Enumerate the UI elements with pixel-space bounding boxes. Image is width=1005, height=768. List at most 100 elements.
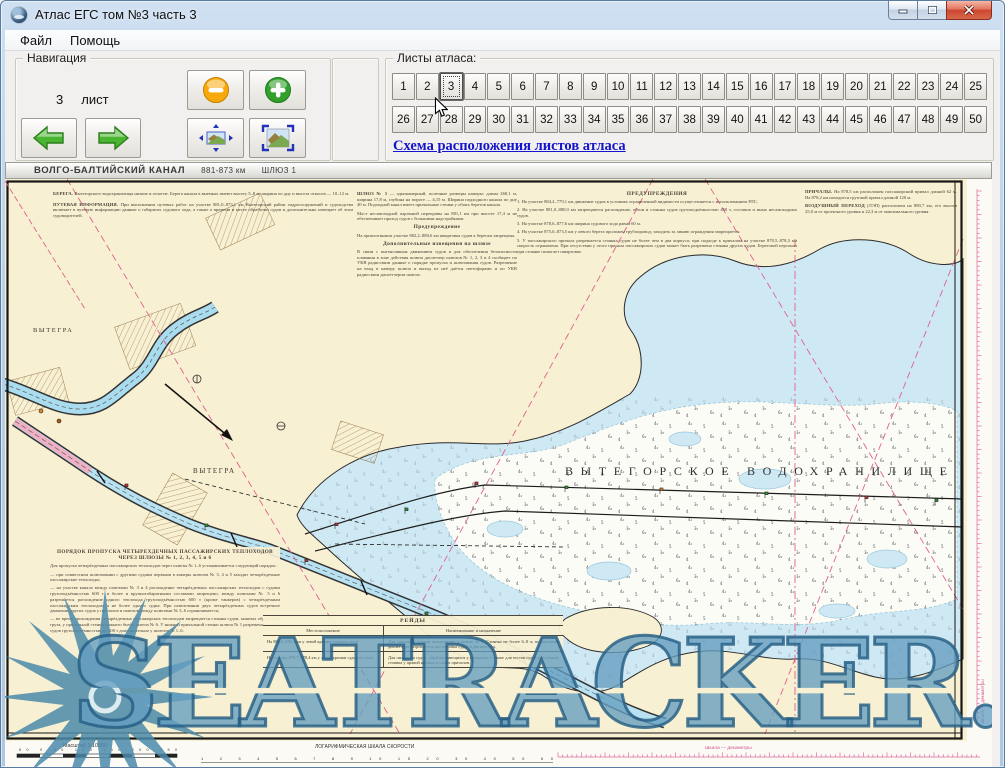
atlas-sheet-button-15[interactable]: 15 xyxy=(726,73,749,100)
atlas-sheet-button-33[interactable]: 33 xyxy=(559,106,582,133)
atlas-sheet-button-7[interactable]: 7 xyxy=(535,73,558,100)
atlas-sheet-button-4[interactable]: 4 xyxy=(464,73,487,100)
menu-bar: Файл Помощь xyxy=(5,30,1000,51)
atlas-sheet-button-47[interactable]: 47 xyxy=(893,106,916,133)
chart-caption-range: 881-873 км xyxy=(201,166,246,175)
pan-mode-button[interactable] xyxy=(187,118,244,158)
atlas-sheet-button-24[interactable]: 24 xyxy=(940,73,963,100)
chart-text-passage-order: ПОРЯДОК ПРОПУСКА ЧЕТЫРЕХДЕЧНЫХ ПАССАЖИРС… xyxy=(50,547,280,636)
chart-text-shluz: ШЛЮЗ № 1 — однокамерный, полезные размер… xyxy=(357,191,517,280)
next-sheet-button[interactable] xyxy=(85,118,141,158)
atlas-scheme-link[interactable]: Схема расположения листов атласа xyxy=(393,138,626,155)
atlas-sheet-button-19[interactable]: 19 xyxy=(821,73,844,100)
atlas-sheet-button-41[interactable]: 41 xyxy=(750,106,773,133)
plus-circle-icon xyxy=(263,75,293,105)
maximize-button[interactable] xyxy=(918,1,946,20)
atlas-sheet-button-21[interactable]: 21 xyxy=(869,73,892,100)
atlas-sheet-button-40[interactable]: 40 xyxy=(726,106,749,133)
chart-text-warnings: ПРЕДУПРЕЖДЕНИЯ 1. На участке 884,2–779,1… xyxy=(517,189,797,257)
chart-paragraph: 1. На участке 884,2–779,1 км движение су… xyxy=(517,199,797,205)
atlas-sheet-button-46[interactable]: 46 xyxy=(869,106,892,133)
roadsteads-table: РЕЙДЫ Местоположение Наименование и назн… xyxy=(263,615,563,668)
atlas-sheet-button-39[interactable]: 39 xyxy=(702,106,725,133)
chart-text-berega: БЕРЕГА. Вытегорского водохранилища низки… xyxy=(53,191,353,221)
chart-paragraph: 5. У пассажирского причала разрешается с… xyxy=(517,238,797,255)
fit-view-button[interactable] xyxy=(249,118,306,158)
navigation-group-label: Навигация xyxy=(23,51,90,65)
roadsteads-header: Местоположение Наименование и назначение xyxy=(263,625,563,635)
chart-paragraph: — во время прохождения четырёхдечных пас… xyxy=(50,616,280,633)
atlas-sheet-button-2[interactable]: 2 xyxy=(416,73,439,100)
arrow-left-icon xyxy=(32,124,66,152)
atlas-sheet-button-20[interactable]: 20 xyxy=(845,73,868,100)
mouse-cursor xyxy=(434,97,448,118)
atlas-sheet-button-35[interactable]: 35 xyxy=(607,106,630,133)
menu-file[interactable]: Файл xyxy=(11,31,61,50)
spacer-group xyxy=(332,58,379,161)
chart-caption-canal: ВОЛГО-БАЛТИЙСКИЙ КАНАЛ xyxy=(34,165,185,176)
chart-caption-lock: ШЛЮЗ 1 xyxy=(262,166,297,175)
chart-paragraph: Для пропуска четырёхдечных пассажирских … xyxy=(50,563,280,569)
atlas-sheet-button-36[interactable]: 36 xyxy=(630,106,653,133)
zoom-out-button[interactable] xyxy=(187,70,244,110)
chart-text-moorings: ПРИЧАЛЫ. На 878,5 км расположен пассажир… xyxy=(805,189,957,217)
minus-circle-icon xyxy=(201,75,231,105)
chart-panel[interactable]: 4₂53₅6₂4 xyxy=(5,179,992,768)
atlas-sheet-button-49[interactable]: 49 xyxy=(940,106,963,133)
atlas-sheet-button-16[interactable]: 16 xyxy=(750,73,773,100)
title-bar[interactable]: Атлас ЕГС том №3 часть 3 xyxy=(1,1,1004,29)
chart-paragraph: — на участке канала между шлюзами № 3 и … xyxy=(50,585,280,613)
menu-help[interactable]: Помощь xyxy=(61,31,129,50)
atlas-sheet-button-43[interactable]: 43 xyxy=(797,106,820,133)
atlas-sheet-button-25[interactable]: 25 xyxy=(964,73,987,100)
window-controls xyxy=(888,1,992,20)
atlas-sheet-button-3[interactable]: 3 xyxy=(440,73,463,100)
atlas-sheet-button-9[interactable]: 9 xyxy=(583,73,606,100)
chart-paragraph: — при совместном шлюзовании с другими су… xyxy=(50,572,280,583)
atlas-sheet-button-44[interactable]: 44 xyxy=(821,106,844,133)
zoom-in-button[interactable] xyxy=(249,70,306,110)
atlas-sheet-button-45[interactable]: 45 xyxy=(845,106,868,133)
atlas-sheet-button-11[interactable]: 11 xyxy=(630,73,653,100)
atlas-sheet-button-26[interactable]: 26 xyxy=(392,106,415,133)
minimize-button[interactable] xyxy=(888,1,918,20)
pan-image-icon xyxy=(198,123,234,153)
atlas-sheet-button-18[interactable]: 18 xyxy=(797,73,820,100)
atlas-sheet-button-48[interactable]: 48 xyxy=(917,106,940,133)
town-label-lower: ВЫТЕГРА xyxy=(193,467,236,475)
app-window: Атлас ЕГС том №3 часть 3 Файл Помощь Нав… xyxy=(0,0,1005,768)
atlas-sheet-button-10[interactable]: 10 xyxy=(607,73,630,100)
minimize-icon xyxy=(898,6,908,15)
atlas-sheet-button-38[interactable]: 38 xyxy=(678,106,701,133)
atlas-sheets-group: Листы атласа: 12345678910111213141516171… xyxy=(385,58,994,161)
navigation-group: Навигация 3лист xyxy=(15,58,331,161)
atlas-sheet-button-22[interactable]: 22 xyxy=(893,73,916,100)
close-button[interactable] xyxy=(946,1,992,20)
atlas-sheet-button-5[interactable]: 5 xyxy=(487,73,510,100)
atlas-sheet-button-42[interactable]: 42 xyxy=(774,106,797,133)
form-client-area: Навигация 3лист xyxy=(5,51,1000,767)
atlas-sheet-button-6[interactable]: 6 xyxy=(511,73,534,100)
atlas-sheet-button-8[interactable]: 8 xyxy=(559,73,582,100)
right-ruler-label: Шкала — декаметры xyxy=(980,679,985,724)
atlas-sheet-button-37[interactable]: 37 xyxy=(654,106,677,133)
atlas-sheet-button-29[interactable]: 29 xyxy=(464,106,487,133)
atlas-sheet-button-13[interactable]: 13 xyxy=(678,73,701,100)
app-icon xyxy=(11,7,27,23)
atlas-sheet-button-30[interactable]: 30 xyxy=(487,106,510,133)
atlas-sheet-button-31[interactable]: 31 xyxy=(511,106,534,133)
previous-sheet-button[interactable] xyxy=(21,118,77,158)
chart-paragraph: 3. На участке 878,6–877,6 км ширина судо… xyxy=(517,221,797,227)
atlas-sheet-button-34[interactable]: 34 xyxy=(583,106,606,133)
atlas-sheet-button-32[interactable]: 32 xyxy=(535,106,558,133)
atlas-sheet-button-1[interactable]: 1 xyxy=(392,73,415,100)
log-scale-label: ЛОГАРИФМИЧЕСКАЯ ШКАЛА СКОРОСТИ xyxy=(315,744,415,750)
chart-caption-bar: ВОЛГО-БАЛТИЙСКИЙ КАНАЛ 881-873 км ШЛЮЗ 1 xyxy=(5,162,992,179)
atlas-sheet-button-12[interactable]: 12 xyxy=(654,73,677,100)
scale-label: Масштаб 1:10000 xyxy=(63,743,107,749)
atlas-sheet-button-17[interactable]: 17 xyxy=(774,73,797,100)
atlas-sheet-button-14[interactable]: 14 xyxy=(702,73,725,100)
chart-paragraph: 4. На участке 875,0–873,5 км у левого бе… xyxy=(517,229,797,235)
atlas-sheet-button-50[interactable]: 50 xyxy=(964,106,987,133)
atlas-sheet-button-23[interactable]: 23 xyxy=(917,73,940,100)
